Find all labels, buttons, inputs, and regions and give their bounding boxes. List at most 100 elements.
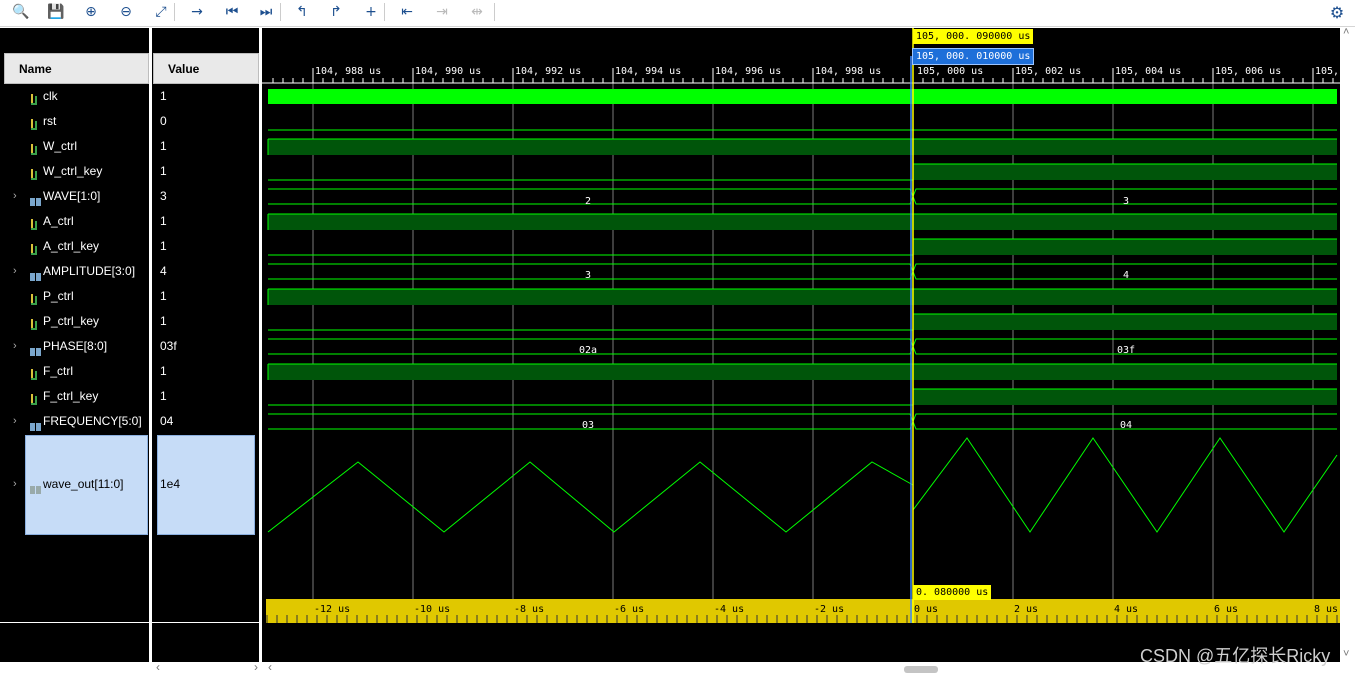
- signal-row-4[interactable]: › WAVE[1:0]: [4, 184, 149, 209]
- bit-fill: [268, 139, 1337, 155]
- signal-name: W_ctrl: [43, 139, 77, 153]
- previous-marker-icon[interactable]: ⇤: [396, 2, 418, 22]
- signal-row-2[interactable]: W_ctrl: [4, 134, 149, 159]
- time-tick-label: 105, 002 us: [1015, 66, 1082, 77]
- signal-value: 1: [160, 214, 167, 228]
- signal-name: F_ctrl: [43, 364, 73, 378]
- save-icon[interactable]: 💾: [45, 2, 67, 22]
- signal-row-7[interactable]: › AMPLITUDE[3:0]: [4, 259, 149, 284]
- go-to-end-icon[interactable]: ⏭: [255, 2, 277, 22]
- signal-name: A_ctrl: [43, 214, 74, 228]
- signal-bus-icon: [30, 479, 41, 504]
- secondary-cursor-time[interactable]: 105, 000. 010000 us: [912, 48, 1035, 65]
- add-marker-icon[interactable]: +: [360, 2, 382, 22]
- scroll-left-icon[interactable]: ‹: [268, 660, 272, 674]
- bus-value-label: 3: [585, 270, 592, 281]
- relative-tick-label: 6 us: [1214, 604, 1239, 615]
- expand-chevron-icon[interactable]: ›: [13, 184, 17, 209]
- swap-cursors-icon[interactable]: ⇹: [466, 2, 488, 22]
- time-tick-label: 104, 988 us: [315, 66, 382, 77]
- signal-row-6[interactable]: A_ctrl_key: [4, 234, 149, 259]
- signal-row-10[interactable]: › PHASE[8:0]: [4, 334, 149, 359]
- bus-wave: [268, 413, 1337, 430]
- signal-row-12[interactable]: F_ctrl_key: [4, 384, 149, 409]
- zoom-out-icon[interactable]: ⊖: [115, 2, 137, 22]
- signal-row-14[interactable]: › wave_out[11:0]: [4, 472, 149, 497]
- value-column-header[interactable]: Value: [153, 53, 259, 84]
- signal-name: clk: [43, 89, 58, 103]
- signal-name: FREQUENCY[5:0]: [43, 414, 142, 428]
- relative-tick-label: 2 us: [1014, 604, 1039, 615]
- bus-value-label: 4: [1123, 270, 1130, 281]
- relative-tick-label: 8 us: [1314, 604, 1339, 615]
- bit-fill: [913, 164, 1337, 180]
- wave-out-analog: [267, 437, 1338, 533]
- signal-value: 4: [160, 264, 167, 278]
- bus-value-label: 02a: [579, 345, 598, 356]
- vertical-scrollbar[interactable]: ˄ ˅: [1340, 26, 1355, 662]
- signal-row-1[interactable]: rst: [4, 109, 149, 134]
- signal-row-13[interactable]: › FREQUENCY[5:0]: [4, 409, 149, 434]
- signal-row-9[interactable]: P_ctrl_key: [4, 309, 149, 334]
- cursor-delta: 0. 080000 us: [913, 585, 992, 600]
- expand-chevron-icon[interactable]: ›: [13, 259, 17, 284]
- signal-name: A_ctrl_key: [43, 239, 100, 253]
- time-tick-label: 104, 994 us: [615, 66, 682, 77]
- signal-name: W_ctrl_key: [43, 164, 103, 178]
- bus-value-label: 03f: [1117, 345, 1136, 356]
- signal-value: 03f: [160, 339, 177, 353]
- signal-name: WAVE[1:0]: [43, 189, 101, 203]
- signal-row-8[interactable]: P_ctrl: [4, 284, 149, 309]
- signal-value: 0: [160, 114, 167, 128]
- signal-row-3[interactable]: W_ctrl_key: [4, 159, 149, 184]
- signal-name: P_ctrl: [43, 289, 74, 303]
- bit-fill: [268, 289, 1337, 305]
- zoom-in-icon[interactable]: ⊕: [80, 2, 102, 22]
- bus-value-label: 3: [1123, 196, 1130, 207]
- signal-row-0[interactable]: clk: [4, 84, 149, 109]
- expand-chevron-icon[interactable]: ›: [13, 409, 17, 434]
- signal-value: 1: [160, 364, 167, 378]
- time-tick-label: 104, 996 us: [715, 66, 782, 77]
- relative-tick-label: -6 us: [614, 604, 645, 615]
- zoom-fit-icon[interactable]: ⤢: [150, 2, 172, 22]
- bit-fill: [913, 239, 1337, 255]
- signal-row-5[interactable]: A_ctrl: [4, 209, 149, 234]
- time-tick-label: 105, 004 us: [1115, 66, 1182, 77]
- bus-value-label: 2: [585, 196, 592, 207]
- bus-value-label: 03: [582, 420, 595, 431]
- name-value-divider[interactable]: [149, 28, 152, 668]
- next-marker-icon[interactable]: ⇥: [431, 2, 453, 22]
- main-cursor-time[interactable]: 105, 000. 090000 us: [913, 29, 1034, 44]
- signal-value: 1: [160, 89, 167, 103]
- go-to-start-icon[interactable]: ⏮: [221, 2, 243, 22]
- signal-value: 1: [160, 239, 167, 253]
- gear-icon[interactable]: ⚙: [1326, 2, 1348, 22]
- bus-wave: [268, 263, 1337, 280]
- horizontal-scroll-thumb[interactable]: [904, 666, 938, 673]
- signal-name: P_ctrl_key: [43, 314, 100, 328]
- expand-chevron-icon[interactable]: ›: [13, 334, 17, 359]
- signal-row-11[interactable]: F_ctrl: [4, 359, 149, 384]
- bit-fill: [913, 389, 1337, 405]
- bit-fill: [268, 364, 1337, 380]
- previous-transition-icon[interactable]: ↰: [291, 2, 313, 22]
- expand-chevron-icon[interactable]: ›: [13, 472, 17, 497]
- value-scrollbar[interactable]: ‹ ›: [150, 660, 262, 675]
- signal-name: PHASE[8:0]: [43, 339, 108, 353]
- time-tick-label: 104, 998 us: [815, 66, 882, 77]
- name-column-header[interactable]: Name: [4, 53, 149, 84]
- search-icon[interactable]: 🔍: [10, 2, 32, 22]
- relative-tick-label: -4 us: [714, 604, 745, 615]
- toolbar: 🔍 💾 ⊕ ⊖ ⤢ → ⏮ ⏭ ↰ ↱ + ⇤ ⇥ ⇹ ⚙: [0, 0, 1355, 27]
- go-to-cursor-icon[interactable]: →: [186, 2, 208, 22]
- time-tick-label: 104, 992 us: [515, 66, 582, 77]
- signal-value: 1: [160, 314, 167, 328]
- signal-value: 1: [160, 289, 167, 303]
- signal-bus-icon: [30, 416, 41, 441]
- waveform-canvas[interactable]: [262, 28, 1340, 662]
- list-bottom-line: [0, 622, 262, 623]
- next-transition-icon[interactable]: ↱: [325, 2, 347, 22]
- bus-value-label: 04: [1120, 420, 1133, 431]
- bus-wave: [268, 338, 1337, 355]
